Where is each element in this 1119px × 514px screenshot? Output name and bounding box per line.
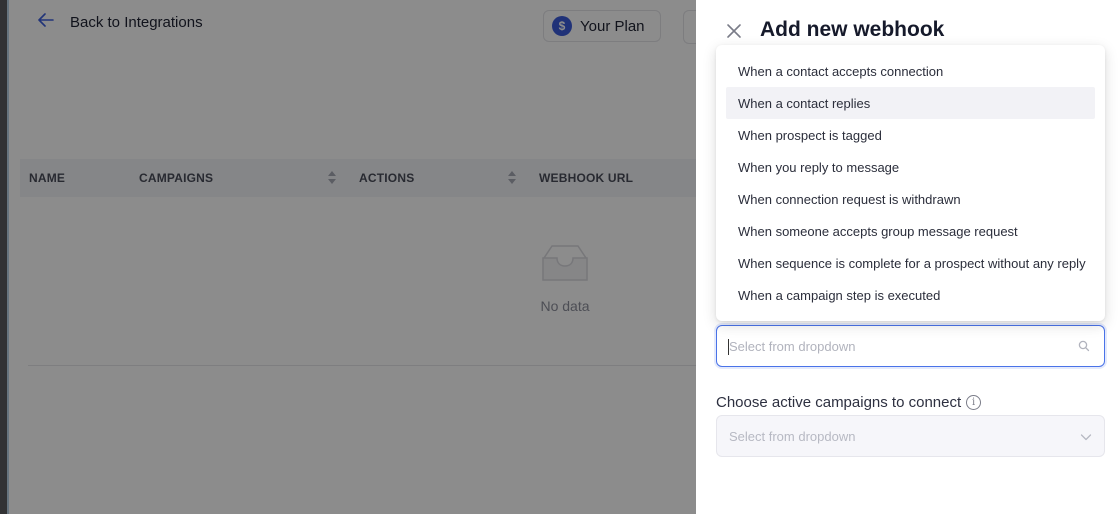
drawer-title: Add new webhook xyxy=(760,18,945,41)
trigger-event-select[interactable]: Select from dropdown xyxy=(716,325,1105,367)
dropdown-option[interactable]: When prospect is tagged xyxy=(726,119,1095,151)
modal-overlay[interactable] xyxy=(0,0,696,514)
dropdown-option[interactable]: When sequence is complete for a prospect… xyxy=(726,247,1095,279)
dropdown-option[interactable]: When connection request is withdrawn xyxy=(726,183,1095,215)
dropdown-option[interactable]: When a contact replies xyxy=(726,87,1095,119)
campaigns-field-label: Choose active campaigns to connect i xyxy=(716,394,982,411)
chevron-down-icon xyxy=(1080,430,1092,442)
campaigns-select[interactable]: Select from dropdown xyxy=(716,415,1105,457)
search-icon xyxy=(1078,339,1092,353)
close-icon[interactable] xyxy=(724,22,744,42)
dropdown-option[interactable]: When a campaign step is executed xyxy=(726,279,1095,311)
campaigns-label-text: Choose active campaigns to connect xyxy=(716,394,962,411)
trigger-dropdown-menu: When a contact accepts connection When a… xyxy=(716,45,1105,321)
info-icon[interactable]: i xyxy=(966,395,982,410)
select-placeholder: Select from dropdown xyxy=(729,429,856,444)
select-placeholder: Select from dropdown xyxy=(729,339,856,354)
dropdown-option[interactable]: When a contact accepts connection xyxy=(726,55,1095,87)
dropdown-option[interactable]: When you reply to message xyxy=(726,151,1095,183)
dropdown-option[interactable]: When someone accepts group message reque… xyxy=(726,215,1095,247)
